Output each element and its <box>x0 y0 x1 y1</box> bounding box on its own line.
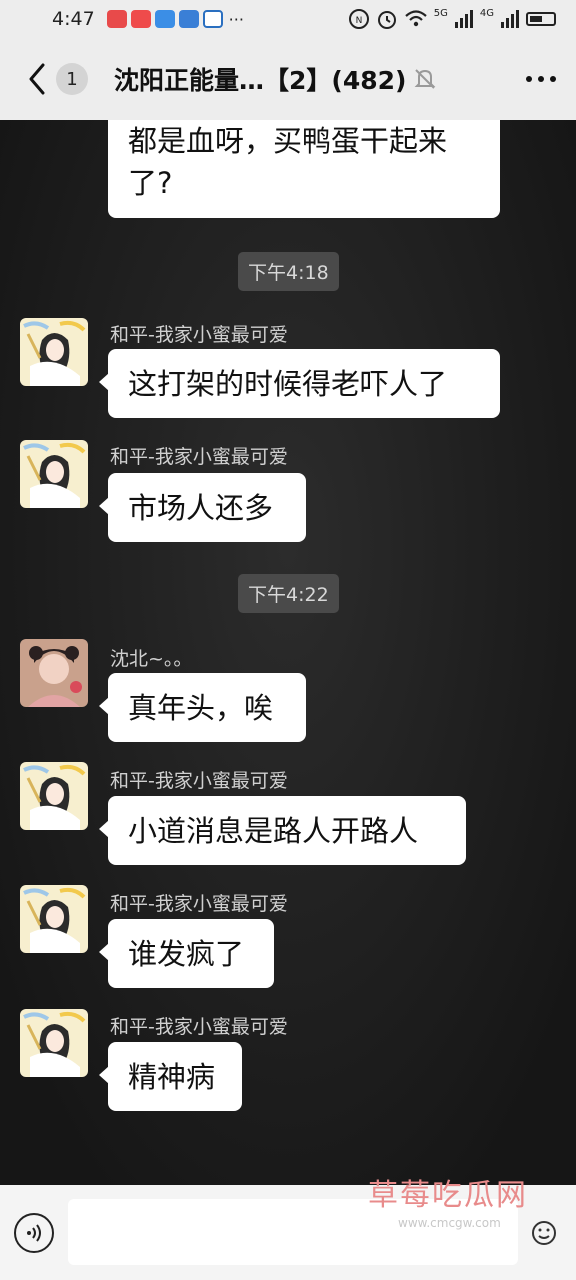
svg-text:N: N <box>355 16 362 26</box>
avatar[interactable] <box>20 885 88 953</box>
nfc-icon: N <box>348 9 369 29</box>
cartoon-girl-avatar-icon <box>20 762 88 830</box>
message-bubble[interactable]: 精神病 <box>99 1042 242 1111</box>
voice-wave-icon <box>27 1224 41 1242</box>
sender-name: 和平-我家小蜜最可爱 <box>110 893 288 915</box>
browser-app-icon <box>202 10 223 28</box>
cartoon-girl-avatar-icon <box>20 318 88 386</box>
message-bubble[interactable]: 真年头，唉 <box>99 673 306 742</box>
message-input[interactable] <box>68 1199 518 1265</box>
notification-icons <box>106 10 223 28</box>
timestamp: 下午4:18 <box>238 252 339 291</box>
voice-input-button[interactable] <box>14 1213 54 1253</box>
message-bubble[interactable]: 小道消息是路人开路人 <box>99 796 466 865</box>
message-bubble[interactable]: 市场人还多 <box>99 473 306 542</box>
back-button[interactable] <box>20 59 54 99</box>
chat-screen: 4:47 ··· N 5G 4G 1 沈阳正能量…【2】(482) 都是血呀，买… <box>0 0 576 1280</box>
battery-level <box>530 16 543 22</box>
sender-name: 沈北~。。 <box>110 648 193 670</box>
avatar[interactable] <box>20 318 88 386</box>
mute-bell-icon <box>412 66 438 92</box>
battery-icon <box>526 12 556 26</box>
message-text: 这打架的时候得老吓人了 <box>128 367 448 401</box>
sender-name: 和平-我家小蜜最可爱 <box>110 1016 288 1038</box>
message-text: 真年头，唉 <box>128 691 274 725</box>
cartoon-girl-avatar-icon <box>20 440 88 508</box>
avatar[interactable] <box>20 1009 88 1077</box>
shopping-app-icon <box>130 10 151 28</box>
alarm-icon <box>377 11 396 29</box>
message-text-line: 了? <box>128 166 173 200</box>
timestamp: 下午4:22 <box>238 574 339 613</box>
cartoon-girl-avatar-icon <box>20 885 88 953</box>
message-text: 谁发疯了 <box>128 937 245 971</box>
message-text: 市场人还多 <box>128 491 274 525</box>
status-time: 4:47 <box>52 8 95 30</box>
cartoon-girl-avatar-icon <box>20 1009 88 1077</box>
wifi-icon <box>405 10 427 27</box>
message-list[interactable]: 都是血呀，买鸭蛋干起来 了? 下午4:18 和平-我家小蜜最可爱 这打架的时候得… <box>0 120 576 1185</box>
status-indicators: N 5G 4G <box>348 8 556 30</box>
status-bar: 4:47 ··· N 5G 4G <box>0 0 576 38</box>
input-bar <box>0 1185 576 1280</box>
chat-header: 1 沈阳正能量…【2】(482) <box>0 38 576 120</box>
dot-icon <box>550 76 556 82</box>
sender-name: 和平-我家小蜜最可爱 <box>110 324 288 346</box>
avatar[interactable] <box>20 440 88 508</box>
network-4g-label: 4G <box>479 8 494 19</box>
user-photo-avatar-icon <box>20 639 88 707</box>
message-bubble[interactable]: 谁发疯了 <box>99 919 274 988</box>
sender-name: 和平-我家小蜜最可爱 <box>110 446 288 468</box>
more-notifications-icon: ··· <box>228 9 244 29</box>
chat-title[interactable]: 沈阳正能量…【2】(482) <box>114 61 406 97</box>
huawei-app-icon <box>106 10 127 28</box>
cloud-app-icon <box>154 10 175 28</box>
more-options-button[interactable] <box>516 66 556 92</box>
emoji-button-icon[interactable] <box>530 1219 558 1247</box>
message-text-line: 都是血呀，买鸭蛋干起来 <box>128 124 448 158</box>
message-text: 小道消息是路人开路人 <box>128 814 419 848</box>
signal-icon-2 <box>501 10 519 28</box>
dot-icon <box>538 76 544 82</box>
unread-count-badge[interactable]: 1 <box>56 63 88 95</box>
gallery-app-icon <box>178 10 199 28</box>
back-arrow-icon <box>29 63 45 95</box>
signal-icon <box>454 10 473 28</box>
avatar[interactable] <box>20 762 88 830</box>
message-bubble[interactable]: 这打架的时候得老吓人了 <box>99 349 500 418</box>
message-bubble[interactable]: 都是血呀，买鸭蛋干起来 了? <box>108 120 500 218</box>
sender-name: 和平-我家小蜜最可爱 <box>110 770 288 792</box>
network-5g-label: 5G <box>433 8 448 19</box>
dot-icon <box>526 76 532 82</box>
message-text: 精神病 <box>128 1060 216 1094</box>
avatar[interactable] <box>20 639 88 707</box>
